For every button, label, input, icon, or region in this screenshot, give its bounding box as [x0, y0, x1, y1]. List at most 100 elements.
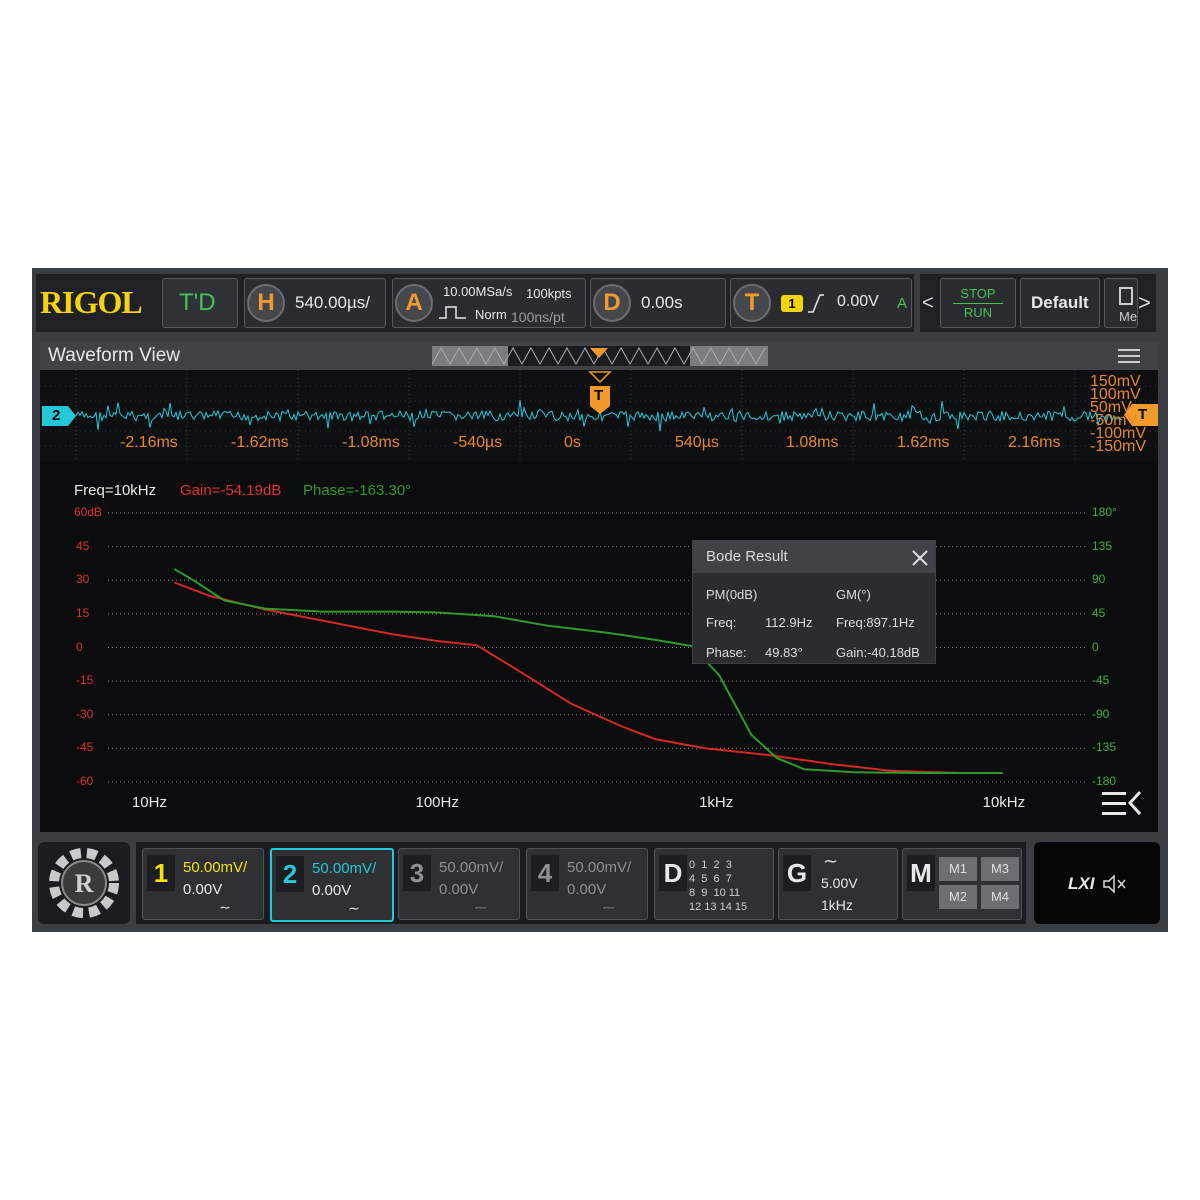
- gain-tick-label: 30: [76, 572, 90, 587]
- waveform-view-header: Waveform View: [40, 342, 1158, 370]
- channel3-coupling-icon: ⎓: [475, 899, 487, 915]
- channel1-number: 1: [147, 855, 175, 891]
- channel4-button[interactable]: 4 50.00mV/ 0.00V ⎓: [526, 848, 648, 920]
- channel2-offset: 0.00V: [312, 882, 352, 899]
- scroll-right-icon[interactable]: >: [1138, 290, 1151, 316]
- generator-amplitude: 5.00V: [821, 875, 858, 891]
- speaker-muted-icon[interactable]: [1102, 874, 1128, 894]
- horizontal-icon: H: [247, 284, 285, 322]
- generator-button[interactable]: G ∼ 5.00V 1kHz: [778, 848, 898, 920]
- waveform-view-title: Waveform View: [48, 345, 180, 366]
- horizontal-button[interactable]: H 540.00µs/: [244, 278, 386, 328]
- hamburger-menu-icon[interactable]: [1118, 349, 1140, 363]
- channel1-coupling-icon: ∼: [219, 899, 231, 915]
- rigol-logo: RIGOL: [40, 284, 143, 320]
- time-tick-label: 540µs: [675, 434, 719, 451]
- waveform-display[interactable]: 2 T T -2.16ms -1.62ms -1.08ms -540µs 0s 540µs…: [40, 370, 1187, 462]
- gain-tick-label: 15: [76, 605, 90, 620]
- channel2-scale: 50.00mV/: [312, 860, 377, 877]
- run-stop-divider: [953, 303, 1003, 304]
- frequency-tick-label: 10Hz: [131, 794, 167, 811]
- svg-text:R: R: [75, 869, 94, 898]
- generator-frequency: 1kHz: [821, 897, 853, 913]
- acquire-mode: Norm: [475, 307, 507, 322]
- trigger-source-badge: 1: [781, 295, 803, 312]
- collapse-menu-icon[interactable]: [1102, 790, 1144, 818]
- phase-tick-label: 135: [1092, 538, 1113, 553]
- time-tick-label: 1.08ms: [786, 434, 839, 451]
- bode-result-title: Bode Result: [706, 548, 788, 565]
- time-tick-label: 2.16ms: [1008, 434, 1061, 451]
- acquire-icon: A: [395, 284, 433, 322]
- acquire-button[interactable]: A 10.00MSa/s 100kpts Norm 100ns/pt: [392, 278, 586, 328]
- digital-label: D: [659, 855, 687, 891]
- time-tick-label: 1.62ms: [897, 434, 950, 451]
- channel2-button[interactable]: 2 50.00mV/ 0.00V ∼: [270, 848, 394, 922]
- close-icon[interactable]: [911, 549, 929, 567]
- default-button[interactable]: Default: [1020, 278, 1100, 328]
- gain-tick-label: 45: [76, 538, 90, 553]
- pm-freq-value: 112.9Hz: [765, 615, 813, 630]
- math-m4-button[interactable]: M4: [981, 885, 1019, 909]
- timebase-mode-button[interactable]: T'D: [162, 278, 238, 328]
- rising-edge-icon: [807, 293, 825, 313]
- digital-row-3: 12 13 14 15: [689, 901, 748, 913]
- phase-tick-label: 0: [1092, 639, 1099, 654]
- digital-row-2: 8 9 10 11: [689, 887, 741, 899]
- trigger-level: 0.00V: [837, 293, 879, 310]
- channel3-offset: 0.00V: [439, 881, 479, 898]
- digital-row-0: 0 1 2 3: [689, 859, 732, 871]
- math-label: M: [907, 855, 935, 891]
- channel2-marker[interactable]: 2: [42, 406, 76, 426]
- math-button[interactable]: M M1 M3 M2 M4: [902, 848, 1022, 920]
- math-m2-button[interactable]: M2: [939, 885, 977, 909]
- delay-icon: D: [593, 284, 631, 322]
- math-m1-button[interactable]: M1: [939, 857, 977, 881]
- trigger-button[interactable]: T 1 0.00V A: [730, 278, 912, 328]
- trigger-position-marker[interactable]: T: [588, 370, 612, 416]
- waveform-overview-strip[interactable]: [431, 346, 768, 366]
- timebase-mode-label: T'D: [179, 289, 216, 316]
- phase-tick-label: 90: [1092, 572, 1106, 587]
- time-tick-label: -540µs: [453, 434, 503, 451]
- menu-icon: [1119, 287, 1133, 305]
- default-label: Default: [1031, 293, 1089, 312]
- channel1-button[interactable]: 1 50.00mV/ 0.00V ∼: [142, 848, 264, 920]
- channel2-number: 2: [276, 856, 304, 892]
- math-m3-button[interactable]: M3: [981, 857, 1019, 881]
- gm-freq-value: Freq:897.1Hz: [836, 615, 915, 630]
- time-tick-label: -1.62ms: [231, 434, 289, 451]
- gain-tick-label: -30: [76, 706, 94, 721]
- frequency-tick-label: 100Hz: [415, 794, 459, 811]
- bode-chart: [108, 512, 1088, 783]
- digital-row-1: 4 5 6 7: [689, 873, 732, 885]
- home-button[interactable]: R: [38, 842, 130, 924]
- time-tick-label: -2.16ms: [120, 434, 178, 451]
- scroll-left-icon[interactable]: <: [922, 292, 934, 315]
- pm-phase-label: Phase:: [706, 645, 747, 660]
- time-resolution: 100ns/pt: [511, 309, 565, 325]
- channel1-offset: 0.00V: [183, 881, 223, 898]
- horizontal-scale: 540.00µs/: [295, 293, 371, 312]
- digital-channels-button[interactable]: D 0 1 2 3 4 5 6 7 8 9 10 11 12 13 14 15: [654, 848, 774, 920]
- pm-header: PM(0dB): [706, 587, 758, 602]
- frequency-tick-label: 1kHz: [699, 794, 734, 811]
- menu-label: Me: [1119, 309, 1138, 324]
- gain-tick-label: -45: [76, 740, 94, 755]
- time-tick-label: 0s: [564, 434, 581, 451]
- run-stop-button[interactable]: STOP RUN: [940, 278, 1016, 328]
- channel3-button[interactable]: 3 50.00mV/ 0.00V ⎓: [398, 848, 520, 920]
- delay-button[interactable]: D 0.00s: [590, 278, 726, 328]
- gm-gain-value: Gain:-40.18dB: [836, 645, 920, 660]
- phase-tick-label: -45: [1092, 673, 1110, 688]
- trigger-status: A: [897, 295, 908, 312]
- run-label: RUN: [963, 305, 993, 320]
- bode-plot-area[interactable]: Freq=10kHz Gain=-54.19dB Phase=-163.30° …: [40, 462, 1158, 832]
- delay-value: 0.00s: [641, 293, 683, 312]
- lxi-status: LXI: [1068, 874, 1095, 893]
- gain-tick-label: -15: [76, 673, 94, 688]
- sample-rate: 10.00MSa/s: [443, 284, 513, 299]
- trigger-icon: T: [733, 284, 771, 322]
- frequency-tick-label: 10kHz: [982, 794, 1026, 811]
- menu-button[interactable]: Me: [1104, 278, 1138, 328]
